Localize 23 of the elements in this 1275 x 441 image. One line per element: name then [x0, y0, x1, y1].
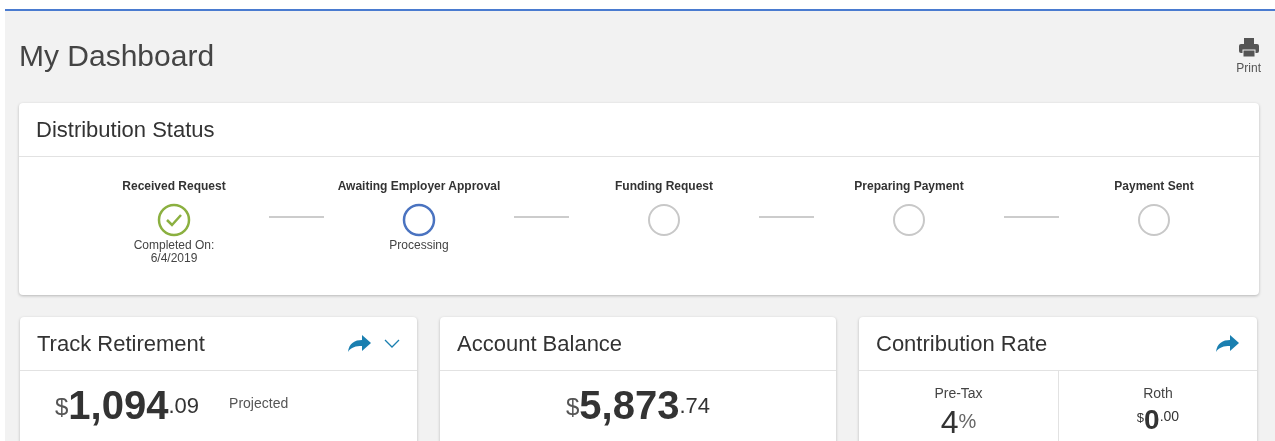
rate-value: 4%: [940, 406, 977, 438]
balance-amount: $5,873.74: [565, 385, 711, 425]
page-title: My Dashboard: [19, 41, 215, 71]
projected-amount: $1,094.09: [55, 385, 200, 425]
step-label: Received Request: [122, 178, 226, 195]
card-title: Contribution Rate: [876, 330, 1048, 358]
card-title: Distribution Status: [36, 116, 215, 144]
print-button[interactable]: Print: [1236, 37, 1261, 77]
printer-icon: [1237, 37, 1260, 59]
chevron-down-icon[interactable]: [384, 338, 400, 349]
projected-label: Projected: [229, 394, 289, 413]
step-label: Awaiting Employer Approval: [337, 178, 501, 195]
step-note: Processing: [389, 239, 449, 252]
forward-arrow-icon[interactable]: [346, 333, 372, 354]
step-label: Payment Sent: [1114, 178, 1194, 195]
forward-arrow-icon[interactable]: [1214, 333, 1240, 354]
step-note: Completed On: 6/4/2019: [133, 239, 215, 265]
card-title: Track Retirement: [37, 330, 205, 358]
step-label: Preparing Payment: [854, 178, 964, 195]
column-label: Roth: [1143, 384, 1173, 403]
column-label: Pre-Tax: [934, 384, 983, 403]
card-title: Account Balance: [457, 330, 623, 358]
step-label: Funding Request: [615, 178, 713, 195]
